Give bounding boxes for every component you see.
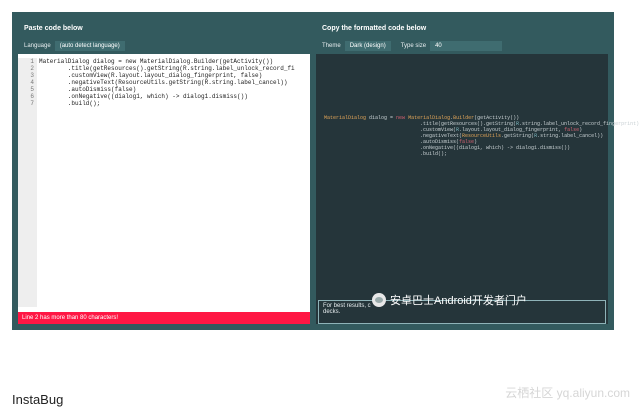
code-text[interactable]: MaterialDialog dialog = new MaterialDial… <box>39 58 310 107</box>
line-number: 7 <box>30 100 34 107</box>
output-title: Copy the formatted code below <box>316 20 608 38</box>
paste-title: Paste code below <box>18 20 310 38</box>
error-banner: Line 2 has more than 80 characters! <box>18 312 310 324</box>
theme-select[interactable]: Dark (design) <box>344 41 391 51</box>
line-number: 2 <box>30 65 34 72</box>
line-number: 3 <box>30 72 34 79</box>
output-panel: Copy the formatted code below Theme Dark… <box>316 20 640 324</box>
formatted-code[interactable]: MaterialDialog dialog = new MaterialDial… <box>324 115 640 157</box>
language-row: Language (auto detect language) <box>18 38 310 54</box>
language-label: Language <box>24 43 51 49</box>
line-number: 5 <box>30 86 34 93</box>
watermark-badge: 安卓巴士Android开发者门户 <box>372 292 527 308</box>
theme-label: Theme <box>322 43 341 49</box>
line-number: 1 <box>30 58 34 65</box>
code-line: .autoDismiss(false) <box>39 86 137 93</box>
caption: InstaBug <box>12 392 64 407</box>
line-gutter: 1 2 3 4 5 6 7 <box>18 58 37 307</box>
tip-text-continued: decks. <box>323 309 341 315</box>
site-watermark: 云栖社区 yq.aliyun.com <box>505 386 630 400</box>
code-editor[interactable]: 1 2 3 4 5 6 7 MaterialDialog dialog = ne… <box>18 58 310 307</box>
paste-panel: Paste code below Language (auto detect l… <box>18 20 310 324</box>
wechat-icon <box>372 293 386 307</box>
code-line: .title(getResources().getString(R.string… <box>39 65 295 72</box>
type-size-label: Type size <box>400 43 427 49</box>
code-line: .onNegative((dialog1, which) -> dialog1.… <box>39 93 248 100</box>
code-line: .build(); <box>39 100 101 107</box>
line-number: 6 <box>30 93 34 100</box>
watermark-text: 安卓巴士Android开发者门户 <box>390 295 527 307</box>
screenshot-frame: Paste code below Language (auto detect l… <box>12 12 640 330</box>
type-size-input[interactable]: 40 <box>430 41 502 51</box>
line-number: 4 <box>30 79 34 86</box>
language-select[interactable]: (auto detect language) <box>54 41 125 51</box>
options-row: Theme Dark (design) Type size 40 <box>316 38 608 54</box>
code-line: .negativeText(ResourceUtils.getString(R.… <box>39 79 288 86</box>
formatted-line: .build(); <box>324 151 448 157</box>
code-line: .customView(R.layout.layout_dialog_finge… <box>39 72 263 79</box>
code-line: MaterialDialog dialog = new MaterialDial… <box>39 58 274 65</box>
